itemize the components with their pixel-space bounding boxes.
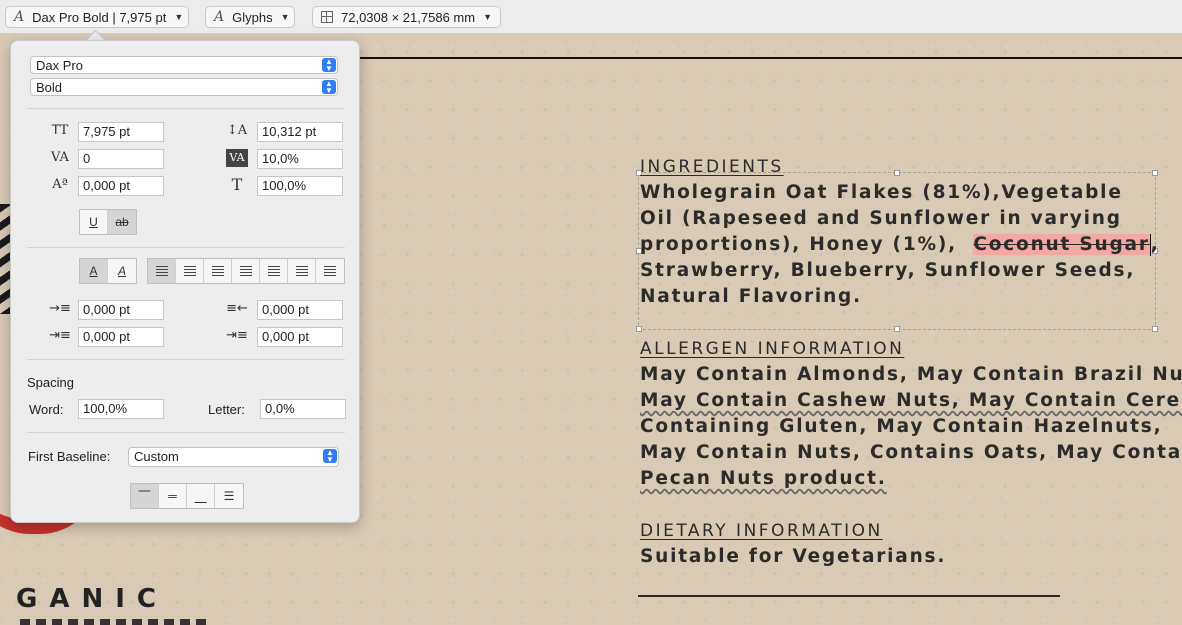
- spacing-heading: Spacing: [27, 375, 74, 390]
- vertical-scale-icon: T: [231, 175, 243, 194]
- separator: [27, 359, 345, 360]
- separator: [27, 108, 345, 109]
- indent-last-line-icon: ⇥≡: [226, 328, 248, 343]
- frame-size-dropdown-button[interactable]: 72,0308 × 21,7586 mm ▼: [312, 6, 501, 28]
- text-style-b-icon[interactable]: A: [108, 259, 136, 283]
- divider-line: [638, 595, 1060, 597]
- text-segment: proportions), Honey (1%),: [640, 234, 957, 255]
- align-bottom-icon[interactable]: ⎽: [187, 484, 215, 508]
- align-middle-icon[interactable]: ═: [159, 484, 187, 508]
- frame-size-icon: [321, 11, 333, 23]
- allergen-text[interactable]: ALLERGEN INFORMATION May Contain Almonds…: [640, 336, 1182, 492]
- indent-right-field[interactable]: 0,000 pt: [257, 300, 343, 320]
- text-line: Containing Gluten, May Contain Hazelnuts…: [640, 416, 1163, 437]
- dietary-heading: DIETARY INFORMATION: [640, 521, 883, 541]
- kerning-icon: VA: [51, 150, 69, 165]
- dietary-text[interactable]: DIETARY INFORMATION Suitable for Vegetar…: [640, 518, 946, 570]
- justify-all-icon[interactable]: [316, 259, 344, 283]
- text-style-group: A A: [79, 258, 137, 284]
- text-line: May Contain Almonds, May Contain Brazil …: [640, 364, 1182, 385]
- font-family-select[interactable]: Dax Pro ▲ ▼: [30, 56, 338, 74]
- select-stepper-icon: ▲ ▼: [322, 58, 336, 73]
- tracking-icon: VA: [226, 149, 248, 167]
- justify-right-icon[interactable]: [288, 259, 316, 283]
- font-dropdown-button[interactable]: A Dax Pro Bold | 7,975 pt ▼: [5, 6, 189, 28]
- text-line: Natural Flavoring.: [640, 286, 862, 307]
- glyphs-dropdown-button[interactable]: A Glyphs ▼: [205, 6, 295, 28]
- font-size-icon: ꓔT: [51, 123, 69, 138]
- tracking-field[interactable]: 10,0%: [257, 149, 343, 169]
- paragraph-alignment-group: [147, 258, 345, 284]
- select-stepper-icon: ▲ ▼: [322, 80, 336, 95]
- resize-handle[interactable]: [636, 326, 642, 332]
- separator: [27, 432, 345, 433]
- font-style-select[interactable]: Bold ▲ ▼: [30, 78, 338, 96]
- text-segment: ,: [1150, 234, 1160, 255]
- text-line: May Contain Cashew Nuts, May Contain Cer…: [640, 390, 1182, 411]
- logo-text: GANIC: [16, 584, 168, 614]
- logo-subtext-graphic: [20, 619, 210, 625]
- justify-left-icon[interactable]: [232, 259, 260, 283]
- word-spacing-label: Word:: [29, 402, 64, 417]
- text-line: May Contain Nuts, Contains Oats, May Con…: [640, 442, 1182, 463]
- divider-line: [360, 57, 1182, 59]
- first-baseline-label: First Baseline:: [28, 449, 111, 464]
- strikethrough-button[interactable]: ab: [108, 210, 136, 234]
- indent-left-icon: →≡: [49, 301, 71, 316]
- first-baseline-select[interactable]: Custom ▲ ▼: [128, 447, 339, 467]
- separator: [27, 247, 345, 248]
- indent-first-line-icon: ⇥≡: [49, 328, 71, 343]
- chevron-down-icon: ▼: [483, 12, 492, 22]
- letter-spacing-label: Letter:: [208, 402, 245, 417]
- selected-text-highlight[interactable]: Coconut Sugar: [973, 234, 1150, 255]
- text-line: Strawberry, Blueberry, Sunflower Seeds,: [640, 260, 1136, 281]
- font-style-value: Bold: [36, 80, 63, 95]
- indent-first-line-field[interactable]: 0,000 pt: [78, 327, 164, 347]
- vertical-scale-field[interactable]: 100,0%: [257, 176, 343, 196]
- leading-field[interactable]: 10,312 pt: [257, 122, 343, 142]
- ingredients-heading: INGREDIENTS: [640, 157, 784, 177]
- resize-handle[interactable]: [1152, 326, 1158, 332]
- character-panel: Dax Pro ▲ ▼ Bold ▲ ▼ ꓔT 7,975 pt ↕A 10,312…: [10, 40, 360, 523]
- font-size-field[interactable]: 7,975 pt: [78, 122, 164, 142]
- indent-last-line-field[interactable]: 0,000 pt: [257, 327, 343, 347]
- indent-left-field[interactable]: 0,000 pt: [78, 300, 164, 320]
- text-line: Pecan Nuts product.: [640, 468, 887, 489]
- font-icon: A: [14, 9, 25, 25]
- allergen-heading: ALLERGEN INFORMATION: [640, 339, 905, 359]
- glyphs-icon: A: [214, 9, 225, 25]
- first-baseline-value: Custom: [134, 449, 179, 464]
- frame-size-label: 72,0308 × 21,7586 mm: [341, 9, 476, 25]
- word-spacing-field[interactable]: 100,0%: [78, 399, 164, 419]
- ingredients-text[interactable]: INGREDIENTS Wholegrain Oat Flakes (81%),…: [640, 154, 1160, 310]
- indent-right-icon: ≡←: [226, 301, 248, 316]
- text-style-a-icon[interactable]: A: [80, 259, 108, 283]
- align-top-icon[interactable]: ⎺: [131, 484, 159, 508]
- text-line: proportions), Honey (1%), Coconut Sugar,: [640, 232, 1160, 258]
- vertical-alignment-group: ⎺ ═ ⎽ ☰: [130, 483, 244, 509]
- font-dropdown-label: Dax Pro Bold | 7,975 pt: [32, 9, 167, 25]
- chevron-down-icon: ▼: [280, 12, 290, 22]
- baseline-shift-icon: Aª: [52, 177, 68, 192]
- align-left-icon[interactable]: [148, 259, 176, 283]
- text-line: Oil (Rapeseed and Sunflower in varying: [640, 208, 1122, 229]
- context-toolbar: A Dax Pro Bold | 7,975 pt ▼ A Glyphs ▼ 7…: [0, 0, 1182, 34]
- baseline-shift-field[interactable]: 0,000 pt: [78, 176, 164, 196]
- underline-strike-group: U ab: [79, 209, 137, 235]
- letter-spacing-field[interactable]: 0,0%: [260, 399, 346, 419]
- chevron-down-icon: ▼: [174, 12, 184, 22]
- align-justify-vertical-icon[interactable]: ☰: [215, 484, 243, 508]
- justify-center-icon[interactable]: [260, 259, 288, 283]
- underline-button[interactable]: U: [80, 210, 108, 234]
- text-line: Wholegrain Oat Flakes (81%),Vegetable: [640, 182, 1123, 203]
- select-stepper-icon: ▲ ▼: [323, 449, 337, 464]
- glyphs-dropdown-label: Glyphs: [232, 9, 273, 25]
- kerning-field[interactable]: 0: [78, 149, 164, 169]
- align-right-icon[interactable]: [204, 259, 232, 283]
- leading-icon: ↕A: [226, 123, 248, 138]
- resize-handle[interactable]: [894, 326, 900, 332]
- font-family-value: Dax Pro: [36, 58, 83, 73]
- text-line: Suitable for Vegetarians.: [640, 546, 947, 567]
- align-center-icon[interactable]: [176, 259, 204, 283]
